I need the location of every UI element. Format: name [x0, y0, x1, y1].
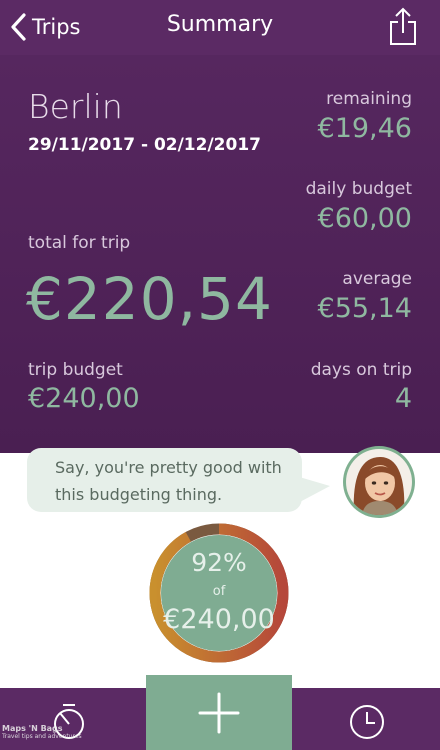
days-value: 4 [394, 383, 412, 414]
average-value: €55,14 [317, 293, 412, 324]
watermark-title: Maps 'N Bags [2, 724, 63, 733]
progress-of-label: of [212, 584, 226, 599]
history-button[interactable] [344, 696, 394, 744]
trip-budget-value: €240,00 [28, 383, 140, 414]
speech-bubble-tail [296, 476, 330, 504]
share-icon [390, 7, 416, 45]
page-title: Summary [166, 12, 274, 37]
remaining-value: €19,46 [317, 113, 412, 144]
assistant-message-line1: Say, you're pretty good with [55, 458, 282, 477]
add-expense-button[interactable] [146, 675, 292, 750]
watermark-subtitle: Travel tips and adventures [2, 733, 82, 740]
watermark-logo: Maps 'N Bags Travel tips and adventures [2, 724, 102, 750]
share-button[interactable] [388, 6, 418, 46]
remaining-label: remaining [326, 89, 412, 109]
total-label: total for trip [28, 233, 131, 253]
average-label: average [342, 269, 412, 289]
progress-percent: 92% [191, 548, 247, 577]
plus-icon [198, 692, 240, 734]
woman-avatar-icon [346, 449, 412, 515]
assistant-avatar[interactable] [343, 446, 415, 518]
daily-budget-value: €60,00 [317, 203, 412, 234]
assistant-message-line2: this budgeting thing. [55, 485, 223, 504]
total-value: €220,54 [26, 265, 273, 333]
days-label: days on trip [310, 360, 412, 380]
top-nav-bar: Trips Summary [0, 0, 440, 55]
assistant-speech-bubble: Say, you're pretty good with this budget… [27, 448, 302, 512]
trip-dates: 29/11/2017 - 02/12/2017 [28, 135, 261, 155]
daily-budget-label: daily budget [305, 179, 412, 199]
progress-budget-amount: €240,00 [163, 604, 275, 635]
trip-name: Berlin [28, 87, 123, 126]
trip-budget-label: trip budget [28, 360, 123, 380]
trip-summary-panel: Berlin 29/11/2017 - 02/12/2017 remaining… [0, 55, 440, 453]
clock-icon [350, 705, 384, 739]
